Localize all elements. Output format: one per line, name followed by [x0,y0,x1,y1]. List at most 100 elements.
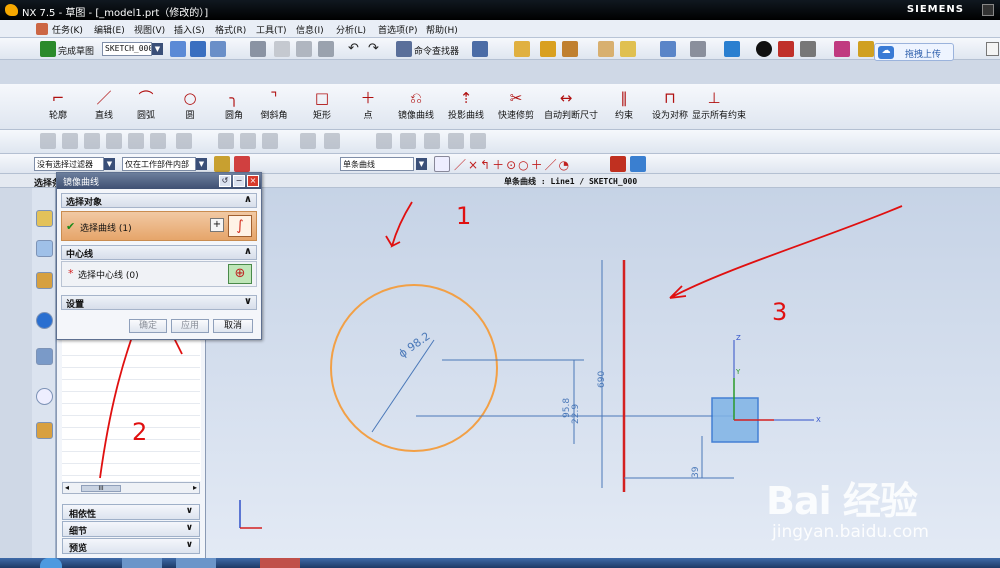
horizontal-dimension-text[interactable]: 39 [691,466,701,478]
navigator-row[interactable] [62,404,200,416]
feature-icon-6[interactable] [150,133,166,149]
menu-info[interactable]: 信息(I) [296,23,324,36]
start-button[interactable] [40,558,62,568]
internet-explorer-icon[interactable] [36,312,53,329]
diameter-dimension-text[interactable]: ϕ 98.2 [396,330,432,361]
curve-rule-select[interactable]: 单条曲线 [340,157,414,171]
save-icon[interactable] [250,41,266,57]
navigator-row[interactable] [62,416,200,428]
navigator-row[interactable] [62,428,200,440]
cut-icon[interactable] [274,41,290,57]
menu-view[interactable]: 视图(V) [134,23,165,36]
paste-icon[interactable] [318,41,334,57]
panel-dependencies[interactable]: 相依性 ∨ [62,504,200,520]
navigator-row[interactable] [62,440,200,452]
app-menu-icon[interactable] [36,23,48,35]
feature-icon-1[interactable] [40,133,56,149]
taskbar-app-3[interactable] [260,558,300,568]
feature-icon-16[interactable] [448,133,464,149]
upload-button[interactable]: ☁ 拖拽上传 [874,43,954,61]
command-finder-label[interactable]: 命令查找器 [414,44,459,57]
navigator-row[interactable] [62,344,200,356]
assembly-navigator-icon[interactable] [36,210,53,227]
horizontal-scrollbar[interactable]: ◂ III ▸ [62,482,200,494]
sketch-tool-2[interactable]: ／ 直线 [82,88,126,126]
snap-3d-icon[interactable] [630,156,646,172]
vertical-dimension-text-1[interactable]: 690 [597,371,607,388]
sketch-name-field[interactable]: SKETCH_000 [102,42,152,56]
vertical-dimension-text-3[interactable]: 22.9 [571,404,581,424]
scroll-right-icon[interactable]: ▸ [193,483,197,492]
curve-select-icon[interactable]: ∫ [228,215,252,237]
sketch-tool-11[interactable]: ✂ 快速修剪 [494,88,538,126]
feature-icon-10[interactable] [262,133,278,149]
sketch-tool-15[interactable]: ⊥ 显示所有约束 [692,88,746,126]
feature-icon-11[interactable] [300,133,316,149]
wcs-icon[interactable] [858,41,874,57]
cube-view-icon[interactable] [724,41,740,57]
navigator-row[interactable] [62,368,200,380]
sketch-tool-13[interactable]: ∥ 约束 [602,88,646,126]
feature-icon-14[interactable] [400,133,416,149]
curve-rule-dropdown-icon[interactable]: ▼ [416,158,427,170]
close-document-button[interactable] [986,42,999,56]
type-filter-select[interactable]: 没有选择过滤器 [34,157,104,171]
panel-preview[interactable]: 预览 ∨ [62,538,200,554]
centerline-select-icon[interactable]: ⊕ [228,264,252,284]
feature-icon-13[interactable] [376,133,392,149]
transform-icon[interactable] [562,41,578,57]
command-finder-icon[interactable] [396,41,412,57]
navigator-row[interactable] [62,380,200,392]
show-icon[interactable] [834,41,850,57]
menu-format[interactable]: 格式(R) [215,23,246,36]
redo-icon[interactable]: ↷ [368,41,384,57]
clipping-icon[interactable] [778,41,794,57]
section-centerline[interactable]: 中心线 ∧ [61,245,257,260]
feature-icon-8[interactable] [218,133,234,149]
panel-details[interactable]: 细节 ∨ [62,521,200,537]
apply-button[interactable]: 应用 [171,319,209,333]
finish-sketch-label[interactable]: 完成草图 [58,44,94,57]
close-icon[interactable]: × [247,175,259,187]
taskbar-app-2[interactable] [176,558,216,568]
layer-icon[interactable] [514,41,530,57]
reset-icon[interactable]: ↺ [219,175,231,187]
history-icon[interactable] [36,388,53,405]
feature-selection-icon[interactable] [234,156,250,172]
section-settings[interactable]: 设置 ∨ [61,295,257,310]
minimize-button[interactable] [982,4,994,16]
feature-icon-5[interactable] [128,133,144,149]
process-studio-icon[interactable] [36,348,53,365]
sketch-tool-8[interactable]: ＋点 [346,88,390,126]
reattach-icon[interactable] [170,41,186,57]
undo-icon[interactable]: ↶ [348,41,364,57]
general-selection-icon[interactable] [214,156,230,172]
sketch-tool-3[interactable]: ⌒ 圆弧 [124,88,168,126]
sketch-tool-10[interactable]: ⇡ 投影曲线 [444,88,488,126]
sketch-circle[interactable] [330,284,498,452]
scope-dropdown-icon[interactable]: ▼ [196,158,207,170]
edit-object-icon[interactable] [620,41,636,57]
reuse-library-icon[interactable] [36,272,53,289]
snap-point-icons[interactable]: ／×↰＋⊙○＋／◔ [454,156,571,173]
menu-analysis[interactable]: 分析(L) [336,23,366,36]
navigator-row[interactable] [62,464,200,476]
feature-icon-7[interactable] [176,133,192,149]
snap-options-icon[interactable] [610,156,626,172]
sketch-tool-12[interactable]: ↔ 自动判断尺寸 [544,88,598,126]
fit-view-icon[interactable] [660,41,676,57]
roles-icon[interactable] [36,422,53,439]
navigator-row[interactable] [62,392,200,404]
scroll-thumb[interactable]: III [81,485,121,492]
snap-toggle-icon[interactable] [434,156,450,172]
scroll-left-icon[interactable]: ◂ [65,483,69,492]
type-filter-dropdown-icon[interactable]: ▼ [104,158,115,170]
cancel-button[interactable]: 取消 [213,319,253,333]
feature-icon-4[interactable] [106,133,122,149]
feature-icon-15[interactable] [424,133,440,149]
hide-icon[interactable] [800,41,816,57]
feature-icon-9[interactable] [240,133,256,149]
collapse-icon[interactable]: − [233,175,245,187]
part-navigator-icon[interactable] [36,240,53,257]
shade-icon[interactable] [690,41,706,57]
